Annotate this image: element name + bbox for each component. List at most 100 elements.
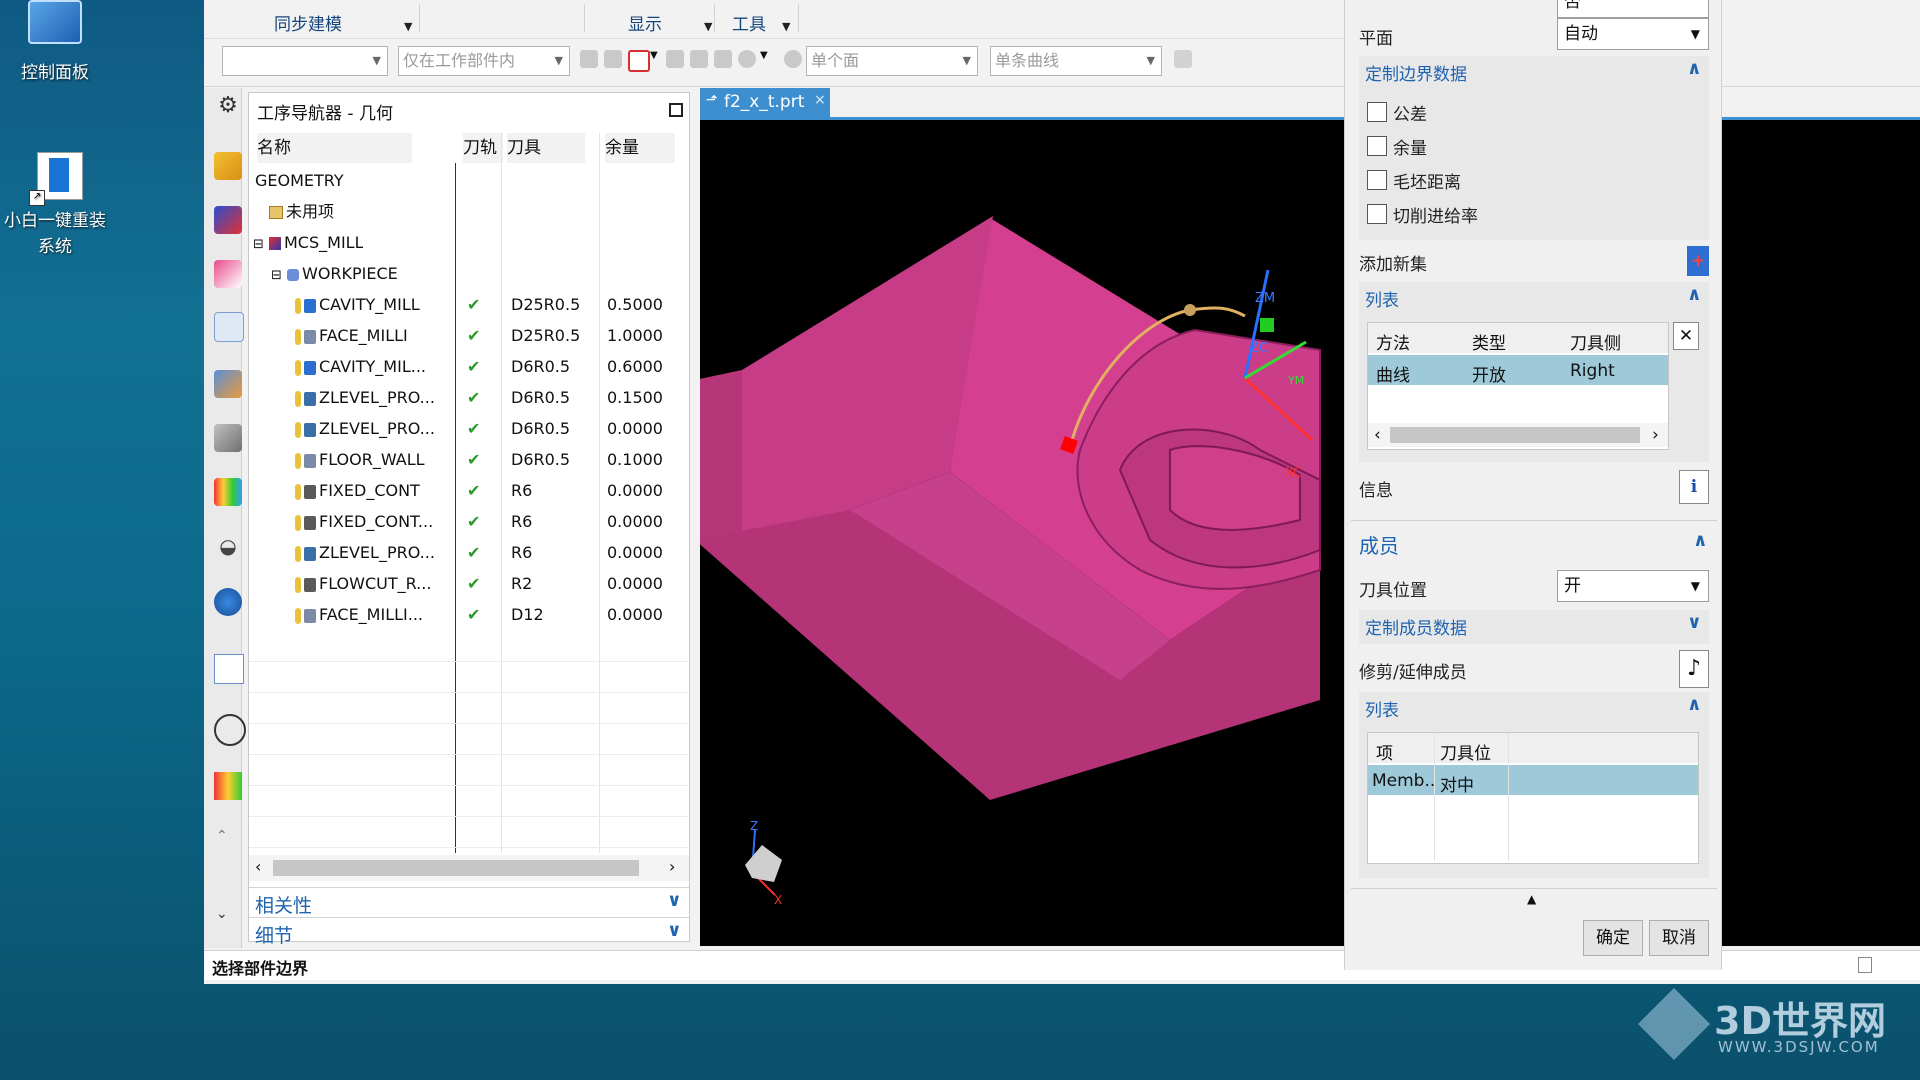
plane-select[interactable]: 自动 ▼ bbox=[1557, 18, 1709, 50]
maximize-icon[interactable] bbox=[669, 103, 683, 117]
document-icon[interactable] bbox=[214, 654, 244, 684]
top-select[interactable]: 否 bbox=[1557, 0, 1709, 18]
select-region-icon[interactable] bbox=[714, 50, 732, 68]
tool-position-select[interactable]: 开 ▼ bbox=[1557, 570, 1709, 602]
operation-navigator-icon[interactable] bbox=[214, 312, 244, 342]
tree-node-geometry[interactable]: GEOMETRY bbox=[249, 165, 689, 196]
scrollbar-thumb[interactable] bbox=[273, 860, 639, 876]
web-browser-icon[interactable] bbox=[214, 588, 242, 616]
operation-row[interactable]: FIXED_CONT ✔ R6 0.0000 bbox=[249, 475, 689, 506]
column-header-name[interactable]: 名称 bbox=[257, 133, 412, 163]
column-header-method[interactable]: 方法 bbox=[1376, 329, 1410, 354]
part-navigator-icon[interactable] bbox=[214, 260, 242, 288]
menu-display[interactable]: 显示 ▼ bbox=[628, 10, 712, 35]
operation-row[interactable]: ZLEVEL_PRO... ✔ R6 0.0000 bbox=[249, 537, 689, 568]
trim-extend-button[interactable]: ♪ bbox=[1679, 650, 1709, 688]
reuse-library-icon[interactable] bbox=[214, 424, 242, 452]
settings-gear-icon[interactable]: ⚙ bbox=[214, 92, 242, 120]
operation-row[interactable]: FIXED_CONT... ✔ R6 0.0000 bbox=[249, 506, 689, 537]
operation-row[interactable]: FLOWCUT_R... ✔ R2 0.0000 bbox=[249, 568, 689, 599]
panel-dependencies[interactable]: 相关性 ∨ bbox=[249, 887, 689, 917]
tree-node-unused[interactable]: 未用项 bbox=[249, 196, 689, 227]
ok-button[interactable]: 确定 bbox=[1583, 920, 1643, 956]
info-button[interactable]: i bbox=[1679, 470, 1709, 504]
cancel-button[interactable]: 取消 bbox=[1649, 920, 1709, 956]
lasso-icon[interactable] bbox=[738, 50, 756, 68]
eye-icon[interactable]: ◒ bbox=[214, 532, 242, 560]
delete-set-button[interactable]: ✕ bbox=[1673, 322, 1699, 350]
curve-rule-combo[interactable]: 单条曲线 ▼ bbox=[990, 46, 1162, 76]
scroll-right-icon[interactable]: › bbox=[1652, 425, 1659, 445]
column-header-tool[interactable]: 刀具 bbox=[507, 133, 585, 163]
full-screen-icon[interactable] bbox=[1858, 957, 1872, 973]
chevron-down-icon[interactable]: ∨ bbox=[667, 920, 682, 941]
scrollbar-thumb[interactable] bbox=[1390, 427, 1640, 443]
scroll-left-icon[interactable]: ‹ bbox=[1374, 425, 1381, 445]
dropdown-arrow-icon[interactable]: ▼ bbox=[650, 50, 658, 61]
roles-icon[interactable] bbox=[214, 478, 242, 506]
scope-combo[interactable]: 仅在工作部件内 ▼ bbox=[398, 46, 570, 76]
chevron-up-icon[interactable]: ∧ bbox=[1693, 530, 1708, 551]
horizontal-scrollbar[interactable]: ‹ › bbox=[249, 855, 689, 881]
chevron-down-icon[interactable]: ∨ bbox=[1687, 612, 1702, 633]
column-header-path[interactable]: 刀轨 bbox=[463, 133, 503, 163]
checkbox-cut-feed[interactable] bbox=[1367, 204, 1387, 224]
operation-row[interactable]: FACE_MILLI... ✔ D12 0.0000 bbox=[249, 599, 689, 630]
checkbox-tolerance[interactable] bbox=[1367, 102, 1387, 122]
graphics-viewport[interactable]: ZM ZC XC YM Z X bbox=[700, 120, 1920, 946]
operation-row[interactable]: CAVITY_MILL ✔ D25R0.5 0.5000 bbox=[249, 289, 689, 320]
table-row[interactable] bbox=[1368, 355, 1668, 385]
list-scrollbar[interactable]: ‹ › bbox=[1368, 423, 1668, 447]
column-header-type[interactable]: 类型 bbox=[1472, 329, 1506, 354]
scroll-down-icon[interactable]: ⌄ bbox=[216, 906, 228, 922]
machine-tool-icon[interactable] bbox=[214, 370, 242, 398]
scroll-left-icon[interactable]: ‹ bbox=[255, 857, 261, 876]
members-header[interactable]: 成员 bbox=[1359, 530, 1399, 559]
add-set-button[interactable]: + bbox=[1687, 246, 1709, 276]
checkbox-blank-distance[interactable] bbox=[1367, 170, 1387, 190]
chevron-up-icon[interactable]: ∧ bbox=[1687, 58, 1702, 79]
desktop-icon-reinstall[interactable]: ↗ 小白一键重装系统 bbox=[0, 150, 110, 260]
group-header[interactable]: 列表 bbox=[1365, 696, 1399, 721]
face-rule-combo[interactable]: 单个面 ▼ bbox=[806, 46, 978, 76]
dropdown-arrow-icon[interactable]: ▼ bbox=[760, 50, 768, 61]
scroll-right-icon[interactable]: › bbox=[669, 857, 675, 876]
chevron-down-icon[interactable]: ∨ bbox=[667, 890, 682, 911]
menu-sync-modeling[interactable]: 同步建模 ▼ bbox=[274, 10, 412, 35]
visualization-icon[interactable] bbox=[214, 772, 242, 800]
operation-row[interactable]: ZLEVEL_PRO... ✔ D6R0.5 0.0000 bbox=[249, 413, 689, 444]
custom-member-group[interactable]: 定制成员数据 ∨ bbox=[1359, 610, 1709, 644]
type-filter-combo[interactable]: ▼ bbox=[222, 46, 388, 76]
group-header[interactable]: 定制边界数据 bbox=[1365, 60, 1467, 85]
collapse-icon[interactable]: ⊟ bbox=[271, 268, 282, 283]
chevron-up-icon[interactable]: ∧ bbox=[1687, 284, 1702, 305]
menu-tools[interactable]: 工具 ▼ bbox=[732, 10, 790, 35]
checkbox-stock[interactable] bbox=[1367, 136, 1387, 156]
collapse-icon[interactable]: ⊟ bbox=[253, 237, 264, 252]
close-tab-icon[interactable]: × bbox=[814, 92, 826, 108]
chevron-up-icon[interactable]: ∧ bbox=[1687, 694, 1702, 715]
operation-row[interactable]: FLOOR_WALL ✔ D6R0.5 0.1000 bbox=[249, 444, 689, 475]
operation-row[interactable]: FACE_MILLI ✔ D25R0.5 1.0000 bbox=[249, 320, 689, 351]
desktop-icon-control-panel[interactable]: 控制面板 bbox=[0, 0, 110, 86]
constraint-navigator-icon[interactable] bbox=[214, 206, 242, 234]
tree-node-mcs-mill[interactable]: ⊟ MCS_MILL bbox=[249, 227, 689, 258]
group-header[interactable]: 列表 bbox=[1365, 286, 1399, 311]
column-header-stock[interactable]: 余量 bbox=[605, 133, 675, 163]
select-edge-icon[interactable] bbox=[666, 50, 684, 68]
column-header-item[interactable]: 项 bbox=[1376, 739, 1393, 764]
arrow-right-icon[interactable] bbox=[1174, 50, 1192, 68]
column-header-tool-position[interactable]: 刀具位 bbox=[1440, 739, 1491, 764]
graphics-tab[interactable]: ⬏ f2_x_t.prt × bbox=[700, 88, 830, 118]
select-body-icon[interactable] bbox=[690, 50, 708, 68]
operation-row[interactable]: ZLEVEL_PRO... ✔ D6R0.5 0.1500 bbox=[249, 382, 689, 413]
panel-details[interactable]: 细节 ∨ bbox=[249, 917, 689, 947]
select-face-icon[interactable] bbox=[628, 50, 650, 72]
collapse-dialog-icon[interactable]: ▲ bbox=[1527, 892, 1536, 906]
operation-row[interactable]: CAVITY_MIL... ✔ D6R0.5 0.6000 bbox=[249, 351, 689, 382]
assembly-navigator-icon[interactable] bbox=[214, 152, 242, 180]
select-feature-icon[interactable] bbox=[604, 50, 622, 68]
column-header-tool-side[interactable]: 刀具侧 bbox=[1570, 329, 1621, 354]
history-clock-icon[interactable] bbox=[214, 714, 246, 746]
scroll-up-icon[interactable]: ⌃ bbox=[216, 828, 228, 844]
